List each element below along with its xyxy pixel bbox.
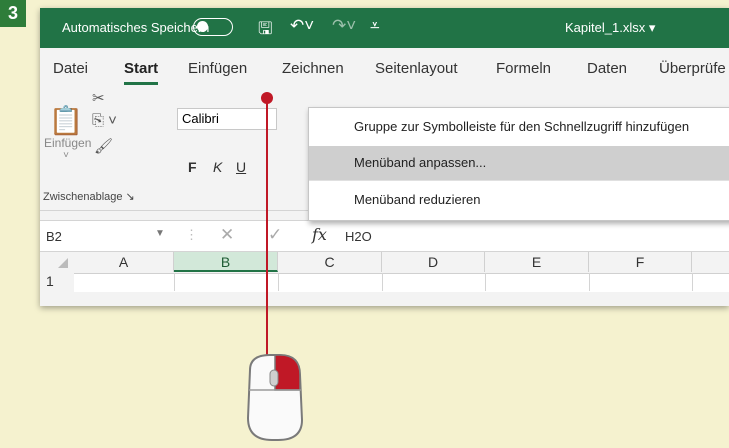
format-painter-icon[interactable]: 🖌 xyxy=(94,137,113,155)
clipboard-group-label: Zwischenablage ↘ xyxy=(43,191,135,203)
cell-divider xyxy=(278,273,279,291)
cell-divider xyxy=(589,273,590,291)
title-bar: Automatisches Speichern 🖫 ↶˅ ↷˅ ⩡ Kapite… xyxy=(40,8,729,48)
cell-divider xyxy=(382,273,383,291)
save-icon[interactable]: 🖫 xyxy=(258,16,272,45)
autosave-toggle[interactable] xyxy=(193,18,233,36)
column-header-f[interactable]: F xyxy=(589,252,692,272)
underline-button[interactable]: U xyxy=(236,159,246,175)
menu-item-add-to-quick-access[interactable]: Gruppe zur Symbolleiste für den Schnellz… xyxy=(309,110,729,144)
column-header-b[interactable]: B xyxy=(174,252,278,272)
column-header-a[interactable]: A xyxy=(74,252,174,272)
bold-button[interactable]: F xyxy=(188,159,197,175)
cut-icon[interactable]: ✂ xyxy=(92,89,105,107)
cancel-icon[interactable]: ✕ xyxy=(220,225,234,245)
tab-datei[interactable]: Datei xyxy=(53,60,88,77)
callout-dot xyxy=(261,92,273,104)
cell-divider xyxy=(485,273,486,291)
chevron-down-icon: ˅ xyxy=(63,150,69,161)
column-header-e[interactable]: E xyxy=(485,252,589,272)
separator-icon: ⋮ xyxy=(185,227,198,242)
tab-zeichnen[interactable]: Zeichnen xyxy=(282,60,344,77)
select-all-corner[interactable] xyxy=(40,252,74,272)
file-name[interactable]: Kapitel_1.xlsx ▾ xyxy=(565,20,655,36)
tab-seitenlayout[interactable]: Seitenlayout xyxy=(375,60,458,77)
menu-item-customize-ribbon[interactable]: Menüband anpassen... xyxy=(309,146,729,180)
copy-icon[interactable]: ⎘ ˅ xyxy=(92,112,117,129)
tab-daten[interactable]: Daten xyxy=(587,60,627,77)
column-header-d[interactable]: D xyxy=(382,252,485,272)
autosave-label: Automatisches Speichern xyxy=(62,20,210,35)
cell-divider xyxy=(692,273,693,291)
font-name-box[interactable]: Calibri xyxy=(177,108,277,130)
excel-window: Automatisches Speichern 🖫 ↶˅ ↷˅ ⩡ Kapite… xyxy=(40,8,729,306)
menu-separator xyxy=(309,180,729,181)
tab-ueberpruefen[interactable]: Überprüfe xyxy=(659,60,726,77)
callout-line xyxy=(266,97,268,357)
toggle-knob xyxy=(197,21,208,32)
right-click-mouse-icon xyxy=(246,354,304,441)
clipboard-icon: 📋 xyxy=(48,105,84,136)
row-header-1[interactable]: 1 xyxy=(40,273,74,291)
menu-item-collapse-ribbon[interactable]: Menüband reduzieren xyxy=(309,183,729,217)
insert-function-icon[interactable]: fx xyxy=(312,225,327,244)
formula-input[interactable]: H2O xyxy=(345,229,372,244)
tab-einfuegen[interactable]: Einfügen xyxy=(188,60,247,77)
italic-button[interactable]: K xyxy=(213,159,222,175)
formula-bar: B2 ▼ ⋮ ✕ ✓ fx H2O xyxy=(40,220,729,252)
name-box[interactable]: B2 xyxy=(46,229,62,244)
chevron-down-icon[interactable]: ▼ xyxy=(155,228,165,239)
tab-start[interactable]: Start xyxy=(124,60,159,85)
paste-label: Einfügen xyxy=(44,136,92,150)
cell-divider xyxy=(174,273,175,291)
undo-icon[interactable]: ↶˅ xyxy=(290,16,314,36)
ribbon-tabs: Datei Start Einfügen Zeichnen Seitenlayo… xyxy=(40,48,729,86)
customize-quick-access-icon[interactable]: ⩡ xyxy=(370,16,380,36)
column-header-c[interactable]: C xyxy=(278,252,382,272)
table-row[interactable] xyxy=(74,273,729,292)
tab-formeln[interactable]: Formeln xyxy=(496,60,551,77)
confirm-icon[interactable]: ✓ xyxy=(268,225,282,245)
context-menu: Gruppe zur Symbolleiste für den Schnellz… xyxy=(308,107,729,221)
step-badge: 3 xyxy=(0,0,26,27)
paste-button[interactable]: 📋 Einfügen ˅ xyxy=(44,105,92,166)
redo-icon[interactable]: ↷˅ xyxy=(332,16,356,36)
